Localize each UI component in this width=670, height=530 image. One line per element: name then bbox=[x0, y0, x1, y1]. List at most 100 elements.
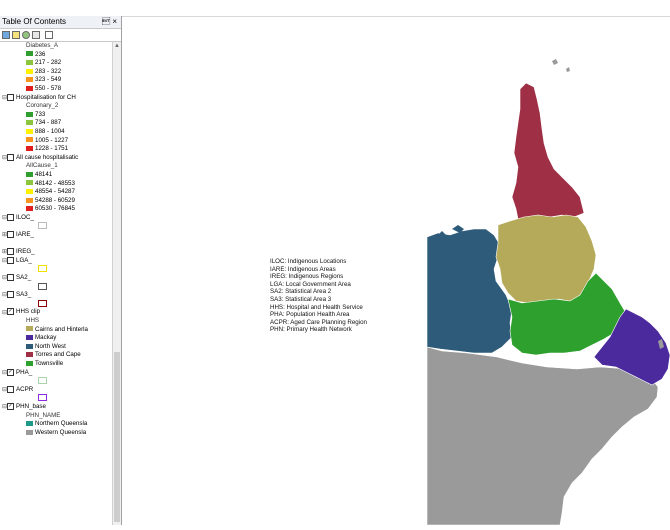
outline-symbol-swatch[interactable] bbox=[38, 394, 47, 402]
toc-legend-class[interactable]: Torres and Cape bbox=[0, 351, 112, 360]
toc-outline-symbol[interactable] bbox=[0, 299, 112, 309]
legend-swatch[interactable] bbox=[26, 206, 33, 212]
outline-symbol-swatch[interactable] bbox=[38, 377, 47, 385]
legend-swatch[interactable] bbox=[26, 128, 33, 134]
toc-layer-row[interactable]: ⊞ IREG_ bbox=[0, 248, 112, 257]
toc-legend-class[interactable]: 60530 - 76845 bbox=[0, 205, 112, 214]
outline-symbol-swatch[interactable] bbox=[38, 222, 47, 230]
list-by-drawing-order-icon[interactable] bbox=[2, 31, 10, 39]
toc-legend-class[interactable]: Mackay bbox=[0, 334, 112, 343]
legend-swatch[interactable] bbox=[26, 326, 33, 332]
toc-legend-class[interactable]: 733 bbox=[0, 111, 112, 120]
legend-class-label: 323 - 549 bbox=[35, 76, 62, 84]
legend-swatch[interactable] bbox=[26, 343, 33, 349]
toc-legend-class[interactable]: 48142 - 48553 bbox=[0, 180, 112, 189]
layer-visibility-checkbox[interactable]: ✓ bbox=[7, 402, 14, 410]
toc-layer-row[interactable]: ⊟ Hospitalisation for CH bbox=[0, 93, 112, 103]
toc-legend-class[interactable]: Townsville bbox=[0, 360, 112, 369]
toc-legend-class[interactable]: Western Queensla bbox=[0, 429, 112, 438]
toc-layer-row[interactable]: ⊞ IARE_ bbox=[0, 231, 112, 240]
layer-visibility-checkbox[interactable] bbox=[7, 248, 14, 256]
toc-legend-class[interactable]: Cairns and Hinterla bbox=[0, 326, 112, 335]
layer-visibility-checkbox[interactable] bbox=[7, 291, 14, 299]
toc-layer-row[interactable]: ⊟✓ HHS clip bbox=[0, 308, 112, 317]
options-icon[interactable] bbox=[45, 31, 53, 39]
legend-class-label: 283 - 322 bbox=[35, 67, 62, 75]
region-torres-cape[interactable] bbox=[511, 82, 585, 220]
toc-outline-symbol[interactable] bbox=[0, 222, 112, 231]
layer-visibility-checkbox[interactable] bbox=[7, 256, 14, 264]
toc-legend-class[interactable]: 283 - 322 bbox=[0, 68, 112, 77]
toc-field-name: Coronary_2 bbox=[26, 102, 59, 110]
toc-layer-row[interactable]: ⊟✓ PHA_ bbox=[0, 368, 112, 378]
layer-visibility-checkbox[interactable]: ✓ bbox=[7, 368, 14, 376]
toc-layer-row[interactable]: ⊟ ACPR bbox=[0, 385, 112, 395]
layer-visibility-checkbox[interactable] bbox=[7, 385, 14, 393]
toc-legend-class[interactable]: 1005 - 1227 bbox=[0, 137, 112, 146]
layer-visibility-checkbox[interactable] bbox=[7, 153, 14, 161]
layer-tree: Diabetes_A 236 217 - 282 283 - 322 323 - 549… bbox=[0, 42, 112, 525]
legend-swatch[interactable] bbox=[26, 145, 33, 151]
toc-legend-class[interactable]: North West bbox=[0, 343, 112, 352]
toc-outline-symbol[interactable] bbox=[0, 265, 112, 274]
legend-swatch[interactable] bbox=[26, 171, 33, 177]
layer-visibility-checkbox[interactable] bbox=[7, 231, 14, 239]
legend-swatch[interactable] bbox=[26, 335, 33, 341]
outline-symbol-swatch[interactable] bbox=[38, 299, 47, 307]
legend-swatch[interactable] bbox=[26, 188, 33, 194]
legend-swatch[interactable] bbox=[26, 420, 33, 426]
toc-legend-class[interactable]: 217 - 282 bbox=[0, 59, 112, 68]
layer-visibility-checkbox[interactable] bbox=[7, 93, 14, 101]
toc-legend-class[interactable]: 48141 bbox=[0, 171, 112, 180]
list-by-visibility-icon[interactable] bbox=[22, 31, 30, 39]
outline-symbol-swatch[interactable] bbox=[38, 265, 47, 273]
legend-swatch[interactable] bbox=[26, 137, 33, 143]
toc-legend-class[interactable]: 1228 - 1751 bbox=[0, 145, 112, 154]
legend-swatch[interactable] bbox=[26, 60, 33, 66]
toc-outline-symbol[interactable] bbox=[0, 282, 112, 292]
legend-swatch[interactable] bbox=[26, 68, 33, 74]
toc-layer-row[interactable]: ⊟✓ PHN_base bbox=[0, 402, 112, 412]
toc-layer-row[interactable]: ⊟ All cause hospitalisatic bbox=[0, 153, 112, 163]
legend-swatch[interactable] bbox=[26, 111, 33, 117]
layer-visibility-checkbox[interactable] bbox=[7, 274, 14, 282]
toc-layer-row[interactable]: ⊟ LGA_ bbox=[0, 256, 112, 266]
legend-swatch[interactable] bbox=[26, 429, 33, 435]
toc-layer-row[interactable]: ⊟ SA2_ bbox=[0, 274, 112, 283]
scrollbar-thumb[interactable] bbox=[114, 352, 120, 522]
outline-symbol-swatch[interactable] bbox=[38, 282, 47, 290]
scroll-up-icon[interactable]: ▲ bbox=[114, 43, 120, 49]
toc-layer-row[interactable]: ⊟ SA3_ bbox=[0, 291, 112, 300]
legend-swatch[interactable] bbox=[26, 360, 33, 366]
map-canvas[interactable] bbox=[122, 17, 670, 526]
toc-outline-symbol[interactable] bbox=[0, 377, 112, 386]
toc-scrollbar[interactable]: ▲ bbox=[112, 42, 121, 525]
legend-swatch[interactable] bbox=[26, 51, 33, 57]
toc-legend-class[interactable]: 48554 - 54287 bbox=[0, 188, 112, 197]
region-cairns-hinterland[interactable] bbox=[495, 214, 597, 304]
layer-visibility-checkbox[interactable]: ✓ bbox=[7, 308, 14, 316]
legend-swatch[interactable] bbox=[26, 197, 33, 203]
toc-legend-class[interactable]: 323 - 549 bbox=[0, 76, 112, 85]
toc-legend-class[interactable]: 54288 - 60529 bbox=[0, 197, 112, 206]
toc-pin-close-icon[interactable]:  × bbox=[102, 16, 117, 28]
toc-outline-symbol[interactable] bbox=[0, 394, 112, 403]
legend-swatch[interactable] bbox=[26, 85, 33, 91]
layer-visibility-checkbox[interactable] bbox=[7, 213, 14, 221]
toc-legend-class[interactable]: 734 - 887 bbox=[0, 119, 112, 128]
region-western-queensland[interactable] bbox=[426, 346, 659, 526]
toc-legend-class[interactable]: 236 bbox=[0, 51, 112, 60]
legend-swatch[interactable] bbox=[26, 352, 33, 358]
legend-swatch[interactable] bbox=[26, 180, 33, 186]
layer-name: IARE_ bbox=[16, 231, 34, 239]
list-by-selection-icon[interactable] bbox=[32, 31, 40, 39]
toc-layer-row[interactable]: ⊟ ILOC_ bbox=[0, 213, 112, 223]
legend-swatch[interactable] bbox=[26, 77, 33, 83]
legend-class-label: 1228 - 1751 bbox=[35, 145, 69, 153]
map-view[interactable] bbox=[122, 17, 670, 526]
toc-legend-class[interactable]: 550 - 578 bbox=[0, 85, 112, 94]
toc-legend-class[interactable]: 888 - 1004 bbox=[0, 128, 112, 137]
list-by-source-icon[interactable] bbox=[12, 31, 20, 39]
legend-swatch[interactable] bbox=[26, 120, 33, 126]
toc-legend-class[interactable]: Northern Queensla bbox=[0, 420, 112, 429]
